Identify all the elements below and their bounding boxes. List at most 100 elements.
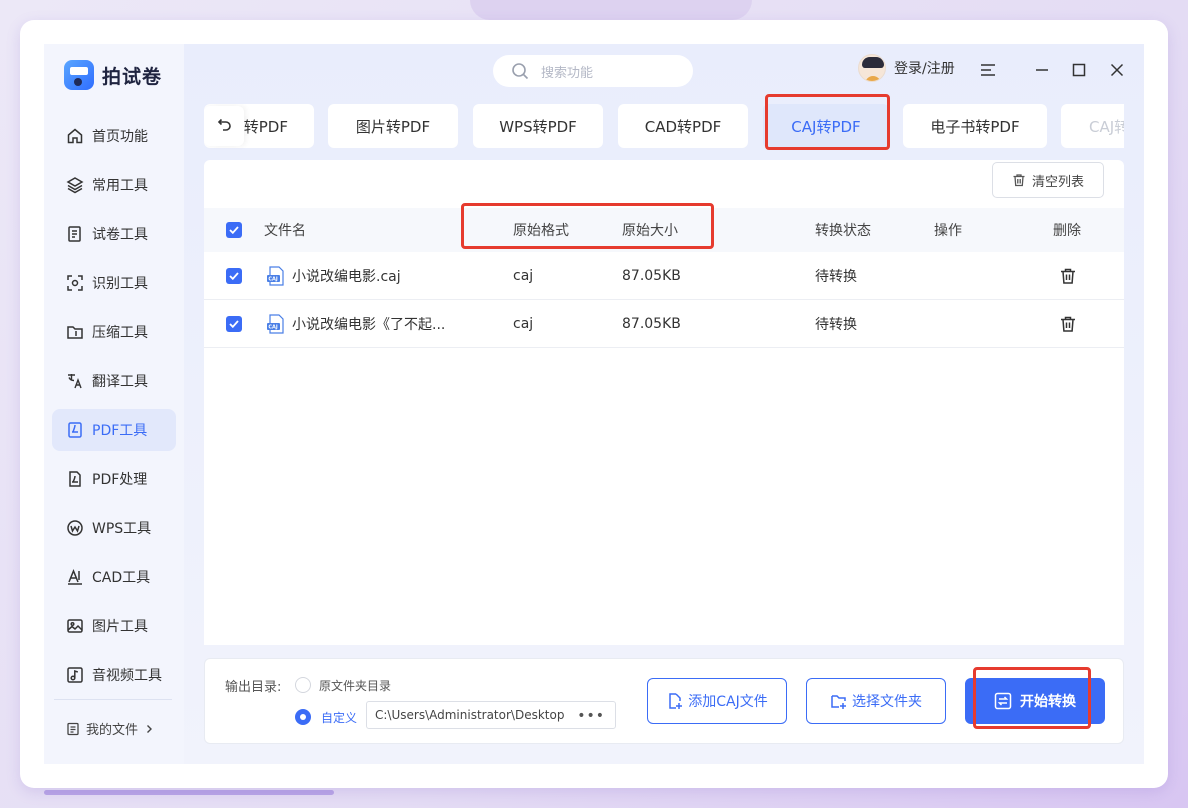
sidebar-item-pdf-process[interactable]: PDF处理	[52, 458, 176, 500]
radio-original-folder[interactable]	[295, 677, 311, 693]
wps-icon	[67, 520, 83, 536]
avatar[interactable]	[858, 54, 886, 82]
output-path-value: C:\Users\Administrator\Desktop	[375, 708, 565, 722]
file-name-cell: CAJ 小说改编电影.caj	[266, 252, 401, 299]
select-folder-label: 选择文件夹	[852, 694, 922, 710]
maximize-button[interactable]	[1067, 58, 1091, 82]
sidebar-item-common-tools[interactable]: 常用工具	[52, 164, 176, 206]
sidebar-item-label: 翻译工具	[92, 374, 148, 390]
output-footer: 输出目录: 原文件夹目录 自定义 C:\Users\Administrator\…	[204, 658, 1124, 744]
tab-label: 转PDF	[243, 117, 288, 136]
maximize-icon	[1072, 63, 1086, 77]
clear-list-label: 清空列表	[1031, 174, 1084, 190]
sidebar-item-image-tools[interactable]: 图片工具	[52, 605, 176, 647]
row-checkbox[interactable]	[226, 252, 242, 299]
search-input[interactable]: 搜索功能	[493, 55, 693, 87]
output-dir-label: 输出目录:	[225, 680, 282, 695]
app-window: 拍试卷 首页功能 常用工具 试卷工具 识别工具 压缩工具 翻译工具 PDF工具 …	[44, 44, 1144, 764]
sidebar-item-wps-tools[interactable]: WPS工具	[52, 507, 176, 549]
file-status: 待转换	[815, 268, 857, 285]
sidebar-item-home[interactable]: 首页功能	[52, 115, 176, 157]
add-caj-file-button[interactable]: 添加CAJ文件	[647, 678, 787, 724]
close-button[interactable]	[1105, 58, 1129, 82]
tab-label: 电子书转PDF	[930, 117, 1020, 136]
clear-list-button[interactable]: 清空列表	[992, 162, 1104, 198]
tab-caj-to-pdf[interactable]: CAJ转PDF	[763, 104, 889, 148]
table-row: CAJ 小说改编电影.caj caj 87.05KB 待转换	[204, 252, 1124, 300]
app-name: 拍试卷	[102, 65, 163, 88]
sidebar-item-cad-tools[interactable]: CAD工具	[52, 556, 176, 598]
select-folder-button[interactable]: 选择文件夹	[806, 678, 946, 724]
output-path-field[interactable]: C:\Users\Administrator\Desktop •••	[366, 701, 616, 729]
search-placeholder: 搜索功能	[541, 65, 594, 81]
browse-icon[interactable]: •••	[577, 708, 605, 724]
tab-cad-to-pdf[interactable]: CAD转PDF	[618, 104, 748, 148]
cad-icon	[68, 569, 82, 585]
sidebar-item-my-files[interactable]: 我的文件	[66, 719, 154, 738]
convert-icon	[994, 692, 1012, 710]
start-convert-button[interactable]: 开始转换	[965, 678, 1105, 724]
sidebar-item-compress-tools[interactable]: 压缩工具	[52, 311, 176, 353]
menu-icon	[981, 64, 995, 76]
delete-row-button[interactable]	[1059, 300, 1077, 347]
trash-icon	[1061, 268, 1075, 284]
app-logo: 拍试卷	[64, 60, 162, 90]
sidebar-item-label: WPS工具	[92, 521, 152, 537]
option-original-label[interactable]: 原文件夹目录	[319, 677, 391, 694]
caj-file-icon: CAJ	[267, 313, 284, 334]
sidebar-item-label: CAD工具	[92, 570, 151, 586]
minimize-button[interactable]	[1030, 58, 1054, 82]
row-checkbox[interactable]	[226, 300, 242, 347]
sidebar-item-pdf-tools[interactable]: PDF工具	[52, 409, 176, 451]
option-custom-label[interactable]: 自定义	[321, 709, 357, 726]
user-login[interactable]: 登录/注册	[858, 54, 955, 82]
tab-label: CAJ转	[1089, 117, 1124, 136]
undo-icon	[217, 118, 231, 131]
pdf-icon	[68, 422, 82, 438]
file-format: caj	[513, 267, 534, 284]
add-caj-file-label: 添加CAJ文件	[688, 694, 768, 710]
sidebar-item-label: 图片工具	[92, 619, 148, 635]
close-icon	[1110, 63, 1124, 77]
trash-icon	[1061, 316, 1075, 332]
sidebar-item-label: 试卷工具	[92, 227, 148, 243]
check-icon	[229, 271, 239, 280]
tab-label: 图片转PDF	[355, 117, 431, 136]
tab-ebook-to-pdf[interactable]: 电子书转PDF	[903, 104, 1047, 148]
tab-wps-to-pdf[interactable]: WPS转PDF	[473, 104, 603, 148]
table-header: 文件名 原始格式 原始大小 转换状态 操作 删除	[204, 208, 1124, 252]
scroll-back-button[interactable]	[204, 106, 244, 146]
sidebar-item-label: 首页功能	[92, 129, 148, 145]
my-files-label: 我的文件	[86, 723, 139, 738]
header-delete: 删除	[1053, 223, 1081, 239]
sidebar-item-recognize-tools[interactable]: 识别工具	[52, 262, 176, 304]
menu-button[interactable]	[976, 58, 1000, 82]
home-icon	[67, 128, 83, 144]
delete-row-button[interactable]	[1059, 252, 1077, 299]
folder-zip-icon	[67, 326, 83, 339]
radio-custom-folder[interactable]	[295, 709, 311, 725]
sidebar-item-media-tools[interactable]: 音视频工具	[52, 654, 176, 696]
sidebar-divider	[54, 699, 172, 700]
check-icon	[229, 319, 239, 328]
minimize-icon	[1036, 69, 1048, 71]
tab-image-to-pdf[interactable]: 图片转PDF	[328, 104, 458, 148]
file-size: 87.05KB	[622, 315, 681, 332]
tab-caj-to-more[interactable]: CAJ转	[1061, 104, 1124, 148]
select-all-checkbox[interactable]	[226, 208, 242, 252]
svg-text:CAJ: CAJ	[268, 324, 278, 330]
table-row: CAJ 小说改编电影《了不起... caj 87.05KB 待转换	[204, 300, 1124, 348]
header-format: 原始格式	[513, 223, 569, 239]
sidebar-item-exam-tools[interactable]: 试卷工具	[52, 213, 176, 255]
header-action: 操作	[934, 223, 962, 239]
sidebar-item-label: PDF工具	[92, 423, 148, 439]
file-format: caj	[513, 315, 534, 332]
image-icon	[67, 619, 83, 633]
login-label[interactable]: 登录/注册	[894, 58, 955, 78]
chevron-right-icon	[147, 724, 153, 733]
scan-icon	[67, 275, 83, 291]
header-status: 转换状态	[815, 223, 871, 239]
sidebar-item-translate-tools[interactable]: 翻译工具	[52, 360, 176, 402]
check-icon	[229, 226, 239, 234]
tab-bar: 转PDF 图片转PDF WPS转PDF CAD转PDF CAJ转PDF 电子书转…	[204, 104, 1124, 152]
